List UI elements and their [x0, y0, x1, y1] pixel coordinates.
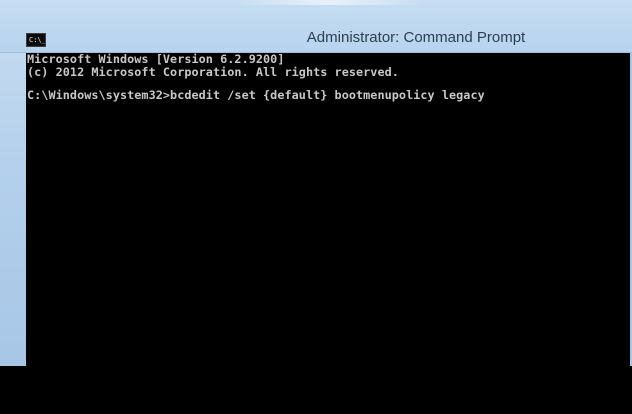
- title-bar-highlight: [230, 0, 430, 5]
- title-bar[interactable]: C:\_ Administrator: Command Prompt: [0, 0, 632, 53]
- console-line-copyright: (c) 2012 Microsoft Corporation. All righ…: [27, 65, 399, 79]
- screen: C:\_ Administrator: Command Prompt Micro…: [0, 0, 632, 414]
- console-line-command[interactable]: C:\Windows\system32>bcdedit /set {defaul…: [26, 89, 630, 102]
- command-prompt-window: C:\_ Administrator: Command Prompt Micro…: [0, 0, 632, 366]
- console-output[interactable]: Microsoft Windows [Version 6.2.9200] (c)…: [26, 53, 630, 366]
- window-title: Administrator: Command Prompt: [306, 29, 526, 46]
